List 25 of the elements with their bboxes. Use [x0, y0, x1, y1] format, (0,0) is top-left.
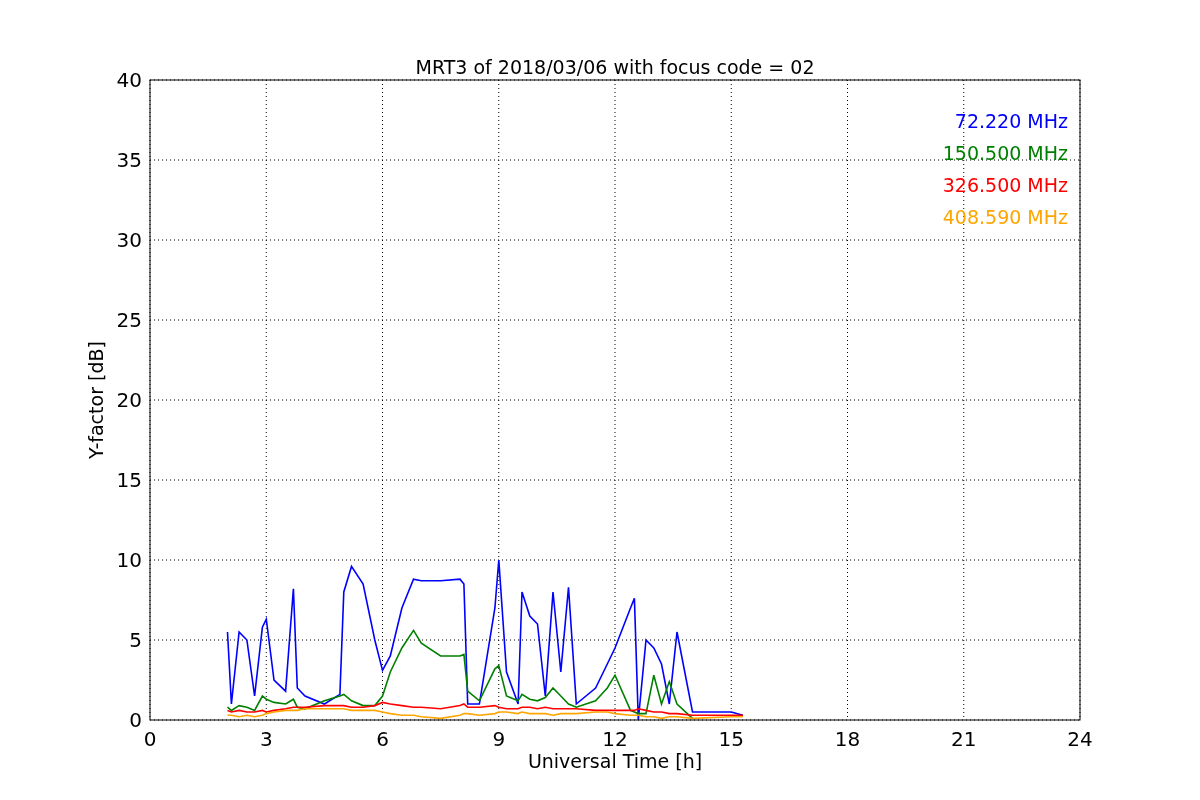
x-tick-label: 6 [376, 727, 389, 751]
y-tick-label: 40 [116, 68, 142, 92]
x-tick-label: 21 [951, 727, 977, 751]
x-tick-label: 18 [834, 727, 861, 751]
y-tick-label: 25 [116, 308, 142, 332]
y-axis-label: Y-factor [dB] [85, 341, 107, 459]
legend-entry: 408.590 MHz [942, 206, 1068, 228]
x-tick-label: 3 [259, 727, 273, 751]
legend-entry: 72.220 MHz [954, 110, 1068, 132]
x-tick-label: 0 [143, 727, 157, 751]
x-tick-label: 15 [718, 727, 744, 751]
x-tick-label: 12 [602, 727, 628, 751]
y-tick-label: 30 [116, 228, 142, 252]
y-tick-label: 35 [116, 148, 142, 172]
chart-title: MRT3 of 2018/03/06 with focus code = 02 [415, 56, 815, 78]
y-tick-label: 5 [129, 628, 142, 652]
x-tick-label: 24 [1067, 727, 1093, 751]
y-tick-label: 20 [116, 388, 142, 412]
x-axis-label: Universal Time [h] [527, 750, 703, 772]
y-tick-label: 10 [116, 548, 142, 572]
y-tick-label: 0 [129, 708, 142, 732]
x-tick-label: 9 [492, 727, 506, 751]
y-tick-label: 15 [116, 468, 142, 492]
legend-entry: 326.500 MHz [942, 174, 1068, 196]
legend-entry: 150.500 MHz [942, 142, 1068, 164]
